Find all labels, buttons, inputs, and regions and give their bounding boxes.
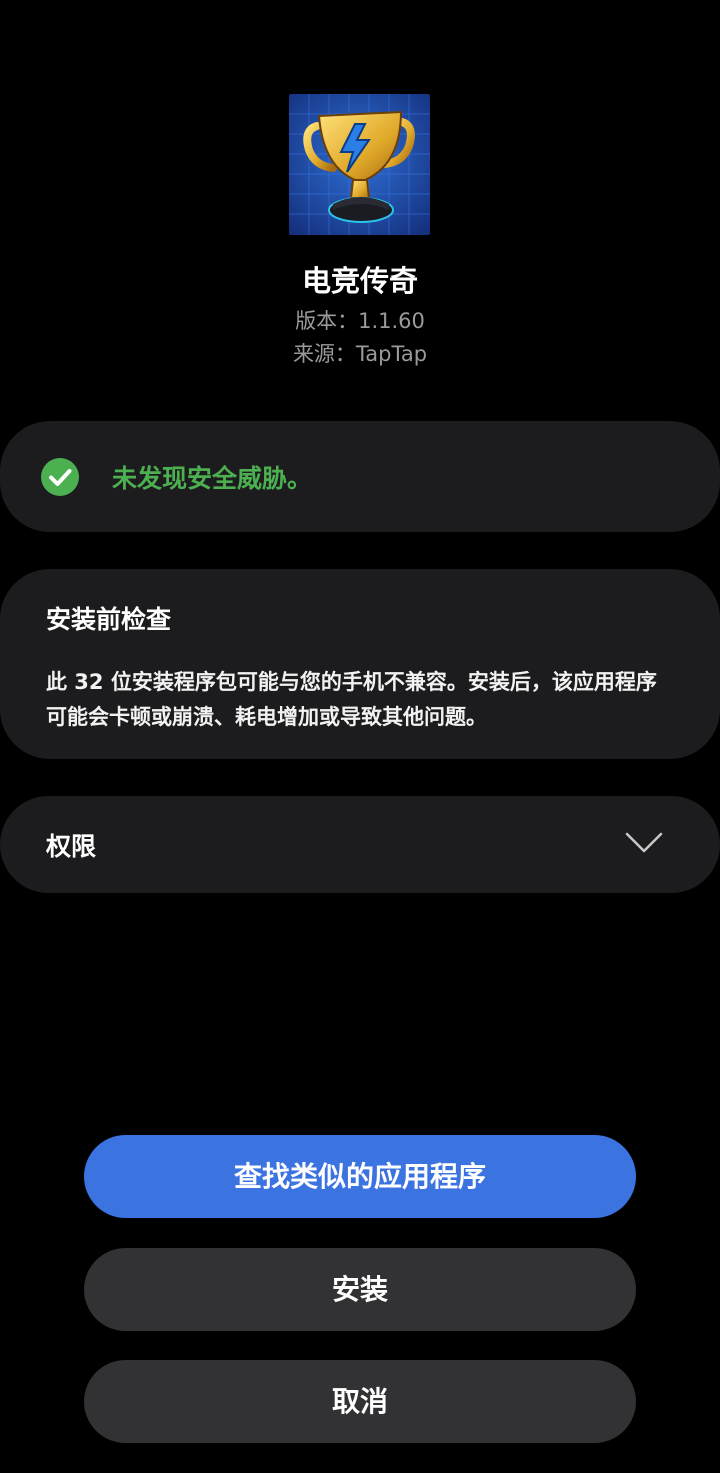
check-circle-icon (41, 458, 79, 496)
find-similar-apps-button[interactable]: 查找类似的应用程序 (84, 1135, 636, 1218)
pre-install-check-card: 安装前检查 此 32 位安装程序包可能与您的手机不兼容。安装后，该应用程序可能会… (0, 569, 720, 759)
trophy-lightning-icon (289, 94, 430, 235)
security-status-card: 未发现安全威胁。 (0, 421, 720, 532)
pre-install-check-title: 安装前检查 (46, 605, 172, 634)
app-source: 来源：TapTap (292, 342, 428, 366)
app-version: 版本：1.1.60 (295, 309, 425, 333)
pre-install-check-body: 此 32 位安装程序包可能与您的手机不兼容。安装后，该应用程序可能会卡顿或崩溃、… (46, 670, 657, 729)
app-name: 电竞传奇 (301, 264, 418, 298)
app-icon (289, 94, 430, 235)
permissions-row[interactable]: 权限 (0, 796, 720, 893)
chevron-down-icon[interactable] (624, 830, 664, 856)
cancel-button[interactable]: 取消 (84, 1360, 636, 1443)
permissions-label: 权限 (46, 832, 97, 861)
security-status-text: 未发现安全威胁。 (112, 464, 313, 493)
install-button[interactable]: 安装 (84, 1248, 636, 1331)
